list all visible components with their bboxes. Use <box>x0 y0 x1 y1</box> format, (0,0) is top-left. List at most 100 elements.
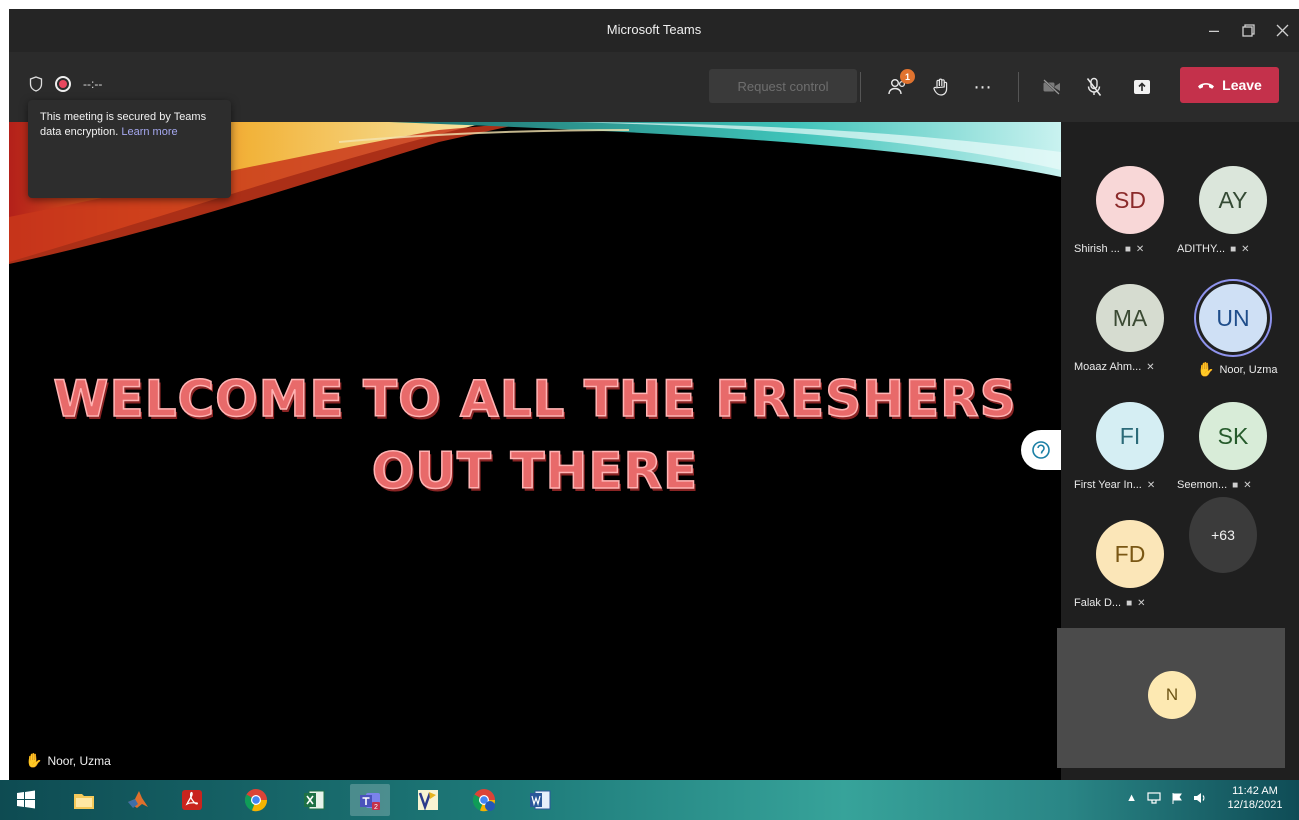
avatar: AY <box>1199 166 1267 234</box>
taskbar-app[interactable] <box>172 784 212 816</box>
windows-taskbar: 2 ▲ 11:42 AM 12/18/2021 <box>0 780 1299 820</box>
windows-icon <box>17 790 35 809</box>
participant-tile[interactable]: FI First Year In... ✕ <box>1074 375 1186 495</box>
live-captions-toggle[interactable] <box>1021 430 1061 470</box>
microphone-button[interactable] <box>1080 74 1108 100</box>
taskbar-app[interactable] <box>464 784 504 816</box>
start-button[interactable] <box>6 784 46 816</box>
participant-name-row: ADITHY... ■ ✕ <box>1177 243 1295 255</box>
ear-icon <box>1032 441 1050 459</box>
encryption-tooltip: This meeting is secured by Teams data en… <box>28 100 231 198</box>
taskbar-app[interactable] <box>118 784 158 816</box>
acrobat-icon <box>182 790 202 810</box>
title-bar: Microsoft Teams – <box>9 9 1299 52</box>
chrome-profile-icon <box>472 789 496 812</box>
close-icon <box>1276 24 1288 36</box>
avatar: MA <box>1096 284 1164 352</box>
word-icon <box>530 790 551 810</box>
raise-hand-button[interactable] <box>927 74 955 100</box>
minimize-button[interactable]: – <box>1197 15 1231 45</box>
raised-hand-icon: ✋ <box>25 752 43 768</box>
toolbar-divider <box>1018 72 1019 102</box>
recording-icon <box>55 76 71 92</box>
mic-off-icon: ✕ <box>1135 243 1145 255</box>
participant-tile[interactable]: AY ADITHY... ■ ✕ <box>1177 139 1289 259</box>
toolbar-divider <box>860 72 861 102</box>
leave-button[interactable]: Leave <box>1180 67 1279 103</box>
participant-name: Moaaz Ahm... <box>1074 361 1142 373</box>
close-button[interactable] <box>1265 15 1299 45</box>
participant-name-row: Falak D... ■ ✕ <box>1074 597 1192 609</box>
shield-icon[interactable] <box>29 76 43 92</box>
more-actions-button[interactable]: ⋯ <box>969 74 997 100</box>
system-tray: ▲ <box>1126 792 1207 804</box>
show-hidden-icons-icon[interactable]: ▲ <box>1126 792 1137 804</box>
avatar: FI <box>1096 402 1164 470</box>
taskbar-app[interactable] <box>408 784 448 816</box>
video-off-icon: ■ <box>1124 243 1131 255</box>
svg-text:2: 2 <box>374 804 378 811</box>
taskbar-app[interactable] <box>236 784 276 816</box>
mic-off-icon <box>1086 77 1102 96</box>
participant-tile[interactable]: SK Seemon... ■ ✕ <box>1177 375 1289 495</box>
avatar: SK <box>1199 402 1267 470</box>
more-icon: ⋯ <box>973 76 993 97</box>
taskbar-app[interactable] <box>520 784 560 816</box>
leave-label: Leave <box>1222 77 1262 93</box>
chrome-icon <box>244 789 268 812</box>
participant-name-row: Moaaz Ahm... ✕ <box>1074 361 1192 373</box>
mic-off-icon: ✕ <box>1243 479 1252 491</box>
slide-heading-line-1: WELCOME TO ALL THE FRESHERS <box>53 369 1017 429</box>
mic-off-icon: ✕ <box>1146 361 1155 373</box>
taskbar-app[interactable] <box>64 784 104 816</box>
window-title: Microsoft Teams <box>606 22 702 37</box>
visio-icon <box>418 790 438 811</box>
clock-date: 12/18/2021 <box>1227 799 1283 811</box>
presenter-label: ✋ Noor, Uzma <box>25 752 111 769</box>
taskbar-clock[interactable]: 11:42 AM 12/18/2021 <box>1219 784 1291 812</box>
participant-tile[interactable]: UN ✋ Noor, Uzma <box>1177 257 1289 377</box>
slide-heading-line-2: OUT THERE <box>371 441 699 501</box>
camera-off-icon <box>1043 79 1060 95</box>
more-participants-button[interactable]: +63 <box>1189 497 1257 573</box>
taskbar-app[interactable] <box>294 784 334 816</box>
matlab-icon <box>128 791 148 808</box>
participant-tile[interactable]: SD Shirish ... ■ ✕ <box>1074 139 1186 259</box>
mic-off-icon: ✕ <box>1137 597 1146 609</box>
participant-name-row: Seemon... ■ ✕ <box>1177 479 1295 491</box>
mic-off-icon: ✕ <box>1146 479 1156 491</box>
mic-off-icon: ✕ <box>1241 243 1250 255</box>
learn-more-link[interactable]: Learn more <box>121 126 177 138</box>
avatar: UN <box>1199 284 1267 352</box>
clock-time: 11:42 AM <box>1232 785 1278 797</box>
participant-name: Falak D... <box>1074 597 1122 609</box>
taskbar-app[interactable]: 2 <box>350 784 390 816</box>
avatar: FD <box>1096 520 1164 588</box>
avatar: SD <box>1096 166 1164 234</box>
share-icon <box>1134 80 1150 94</box>
participants-button[interactable]: 1 <box>884 69 915 100</box>
self-avatar: N <box>1148 671 1196 719</box>
participant-name: Shirish ... <box>1074 243 1120 255</box>
participant-tile[interactable]: FD Falak D... ■ ✕ <box>1074 493 1186 613</box>
self-video-preview: N <box>1057 628 1285 768</box>
file-explorer-icon <box>74 794 94 809</box>
participant-name: First Year In... <box>1074 479 1142 491</box>
participant-name-row: First Year In... ✕ <box>1074 479 1192 491</box>
excel-icon <box>304 790 325 810</box>
teams-icon: 2 <box>360 793 380 811</box>
share-content-button[interactable] <box>1128 74 1156 100</box>
shared-screen: WELCOME TO ALL THE FRESHERS OUT THERE ✋ … <box>9 122 1061 780</box>
action-center-flag-icon[interactable] <box>1171 792 1183 804</box>
network-icon[interactable] <box>1147 792 1161 804</box>
camera-button[interactable] <box>1038 74 1066 100</box>
participant-name: Seemon... <box>1177 479 1228 491</box>
maximize-button[interactable] <box>1231 15 1265 45</box>
participant-tile[interactable]: MA Moaaz Ahm... ✕ <box>1074 257 1186 377</box>
raise-hand-icon <box>933 78 948 96</box>
participant-name: ADITHY... <box>1177 243 1226 255</box>
presenter-name: Noor, Uzma <box>47 753 111 768</box>
volume-icon[interactable] <box>1193 792 1207 804</box>
video-off-icon: ■ <box>1126 597 1133 609</box>
request-control-button[interactable]: Request control <box>709 69 857 103</box>
